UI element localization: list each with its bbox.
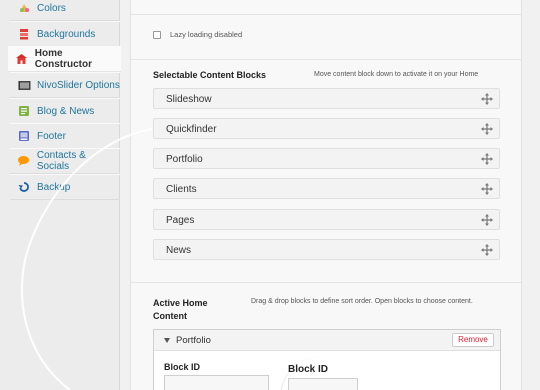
move-icon[interactable]: [481, 214, 493, 226]
sidebar-item-label: Blog & News: [37, 105, 95, 117]
home-constructor-icon: [15, 53, 29, 65]
sidebar-item-backup[interactable]: Backup: [10, 174, 120, 200]
lazy-loading-label: Lazy loading disabled: [170, 30, 243, 39]
move-icon[interactable]: [481, 123, 493, 135]
active-content-hint: Drag & drop blocks to define sort order.…: [251, 298, 473, 305]
content-block-label: News: [166, 245, 192, 256]
lazy-loading-row: Lazy loading disabled: [131, 14, 521, 60]
sidebar-item-footer[interactable]: Footer: [10, 123, 120, 149]
content-block-portfolio[interactable]: Portfolio: [153, 148, 500, 169]
active-block-label: Portfolio: [176, 335, 211, 346]
content-block-clients[interactable]: Clients: [153, 178, 500, 199]
content-block-label: Clients: [166, 184, 197, 195]
content-block-label: Pages: [166, 215, 195, 226]
colors-icon: [17, 2, 31, 14]
content-block-label: Quickfinder: [166, 124, 217, 135]
collapse-triangle-icon[interactable]: [164, 338, 170, 343]
selectable-blocks-hint: Move content block down to activate it o…: [314, 71, 479, 78]
zoomed-block-id-label: Block ID: [288, 364, 329, 375]
sidebar-item-label: Home Constructor: [34, 48, 92, 70]
move-icon[interactable]: [481, 244, 493, 256]
sidebar-item-backgrounds[interactable]: Backgrounds: [10, 21, 120, 47]
settings-sidebar: Colors Backgrounds Home Constructor Nivo…: [0, 0, 121, 390]
sidebar-item-label: NivoSlider Options: [37, 79, 120, 91]
sidebar-item-label: Footer: [37, 130, 66, 142]
contacts-icon: [17, 155, 31, 167]
content-block-pages[interactable]: Pages: [153, 209, 500, 230]
sidebar-item-label: Backup: [37, 181, 71, 193]
move-icon[interactable]: [481, 153, 493, 165]
active-content-title: Active Home: [153, 298, 208, 308]
content-block-news[interactable]: News: [153, 239, 500, 260]
content-block-label: Portfolio: [166, 154, 203, 165]
move-icon[interactable]: [481, 93, 493, 105]
active-block-header[interactable]: Portfolio Remove: [154, 330, 500, 351]
active-content-title-line2: Content: [153, 311, 187, 321]
backgrounds-icon: [17, 28, 31, 40]
sidebar-item-nivoslider[interactable]: NivoSlider Options: [10, 72, 120, 98]
sidebar-item-home-constructor[interactable]: Home Constructor: [8, 46, 121, 72]
block-id-input[interactable]: [164, 375, 269, 390]
move-icon[interactable]: [481, 183, 493, 195]
sidebar-item-label: Contacts & Socials: [36, 150, 86, 172]
sidebar-item-label: Backgrounds: [37, 28, 96, 40]
backup-icon: [17, 181, 31, 193]
selectable-blocks-title: Selectable Content Blocks: [153, 70, 267, 80]
remove-button[interactable]: Remove: [452, 333, 494, 347]
blog-icon: [17, 105, 31, 117]
block-id-label: Block ID: [164, 362, 201, 372]
nivoslider-icon: [17, 79, 31, 91]
zoomed-block-id-input[interactable]: [288, 378, 358, 390]
footer-icon: [17, 130, 31, 142]
content-block-quickfinder[interactable]: Quickfinder: [153, 118, 500, 139]
sidebar-item-colors[interactable]: Colors: [10, 0, 120, 21]
content-block-label: Slideshow: [166, 94, 212, 105]
sidebar-item-blog-news[interactable]: Blog & News: [10, 98, 120, 124]
content-block-slideshow[interactable]: Slideshow: [153, 88, 500, 109]
sidebar-item-label: Colors: [37, 2, 66, 14]
sidebar-item-contacts-socials[interactable]: Contacts & Socials: [10, 148, 120, 174]
main-panel: Lazy loading disabled Selectable Content…: [130, 0, 522, 390]
lazy-loading-checkbox[interactable]: [153, 31, 161, 39]
